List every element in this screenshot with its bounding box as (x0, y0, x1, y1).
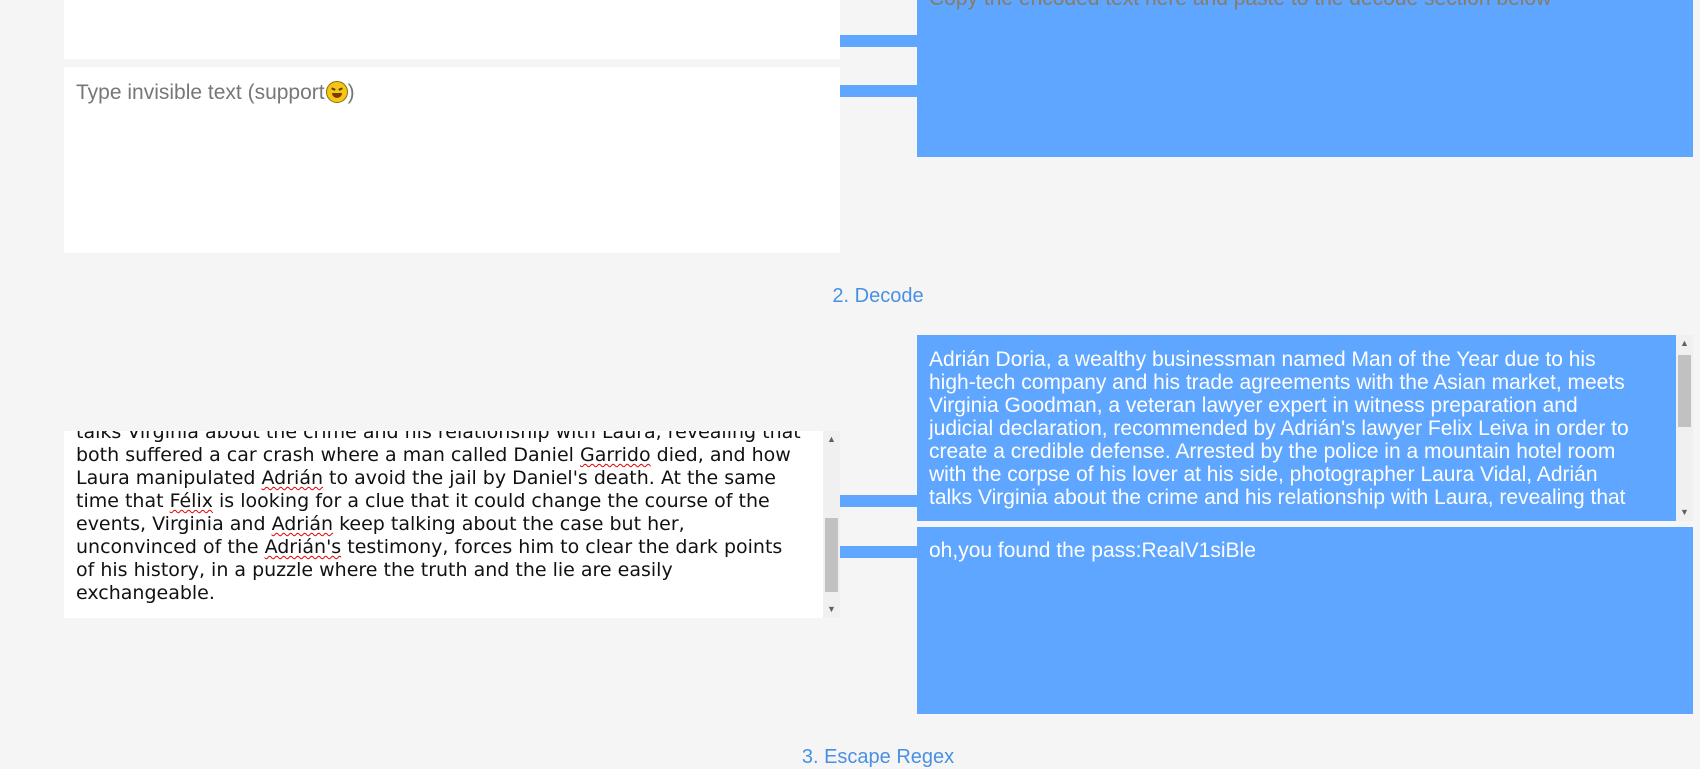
connector-line (840, 495, 917, 507)
decoded-visible-line: high-tech company and his trade agreemen… (929, 371, 1625, 394)
scroll-up-arrow-icon[interactable]: ▲ (1676, 335, 1693, 352)
decode-input-line: unconvinced of the Adrián's testimony, f… (76, 536, 816, 559)
decode-input-line-segment: Laura manipulated (76, 467, 262, 489)
scroll-up-arrow-icon[interactable]: ▲ (823, 431, 840, 448)
decode-input-text: talks Virginia about the crime and his r… (76, 431, 816, 605)
decode-input-line: exchangeable. (76, 582, 215, 604)
decode-input-line-segment: time that (76, 490, 170, 512)
decode-input-line-segment: events, Virginia and (76, 513, 272, 535)
decoded-visible-line: Adrián Doria, a wealthy businessman name… (929, 348, 1596, 371)
decode-input-line: events, Virginia and Adrián keep talking… (76, 513, 816, 536)
connector-line (840, 35, 917, 47)
spellcheck-word: Félix (169, 490, 213, 512)
decode-input-line: both suffered a car crash where a man ca… (76, 444, 816, 467)
encode-input-area[interactable] (64, 0, 840, 59)
decode-input-textarea[interactable]: talks Virginia about the crime and his r… (64, 431, 840, 618)
decode-input-line: Laura manipulated Adrián to avoid the ja… (76, 467, 816, 490)
invisible-text-input[interactable]: Type invisible text (support) (64, 67, 840, 253)
spellcheck-word: Adrián (271, 513, 334, 535)
scrollbar-thumb[interactable] (1678, 355, 1691, 427)
decoded-visible-line: with the corpse of his lover at his side… (929, 463, 1598, 486)
scrollbar-thumb[interactable] (825, 518, 838, 592)
decoded-hidden-text: oh,you found the pass:RealV1siBle (929, 539, 1256, 562)
spellcheck-word: Adrián's (264, 536, 342, 558)
invisible-text-placeholder: Type invisible text (support (76, 81, 325, 104)
decode-input-line-segment: both suffered a car crash where a man ca… (76, 444, 580, 466)
spellcheck-word: Garrido (579, 444, 651, 466)
decode-input-line-segment: is looking for a clue that it could chan… (212, 490, 770, 512)
decoded-visible-output[interactable]: Adrián Doria, a wealthy businessman name… (917, 335, 1693, 521)
decoded-visible-line: Virginia Goodman, a veteran lawyer exper… (929, 394, 1578, 417)
decoded-visible-line: talks Virginia about the crime and his r… (929, 486, 1626, 509)
scroll-down-arrow-icon[interactable]: ▼ (823, 601, 840, 618)
decoded-visible-text: Adrián Doria, a wealthy businessman name… (929, 348, 1669, 509)
encoded-output-panel[interactable]: Copy the encoded text here and paste to … (917, 0, 1693, 157)
decode-input-line-segment: testimony, forces him to clear the dark … (341, 536, 783, 558)
decode-input-line-segment: to avoid the jail by Daniel's death. At … (323, 467, 776, 489)
squinting-face-emoji-icon (325, 81, 348, 103)
encoded-output-hint: Copy the encoded text here and paste to … (929, 0, 1551, 10)
decode-input-line-segment: unconvinced of the (76, 536, 265, 558)
decode-input-scrollbar[interactable]: ▲ ▼ (823, 431, 840, 618)
decode-input-line: of his history, in a puzzle where the tr… (76, 559, 673, 581)
connector-line (840, 85, 917, 97)
decode-input-line-segment: died, and how (650, 444, 791, 466)
decode-input-line: talks Virginia about the crime and his r… (76, 431, 801, 443)
connector-line (840, 546, 917, 558)
decode-input-line: time that Félix is looking for a clue th… (76, 490, 816, 513)
decoded-visible-line: create a credible defense. Arrested by t… (929, 440, 1616, 463)
decode-section-title: 2. Decode (832, 285, 924, 307)
spellcheck-word: Adrián (261, 467, 324, 489)
decoded-visible-line: judicial declaration, recommended by Adr… (929, 417, 1629, 440)
decode-input-line-segment: keep talking about the case but her, (333, 513, 685, 535)
scroll-down-arrow-icon[interactable]: ▼ (1676, 504, 1693, 521)
decoded-output-scrollbar[interactable]: ▲ ▼ (1676, 335, 1693, 521)
decoded-hidden-output[interactable]: oh,you found the pass:RealV1siBle (917, 527, 1693, 714)
invisible-text-placeholder-suffix: ) (347, 81, 355, 104)
